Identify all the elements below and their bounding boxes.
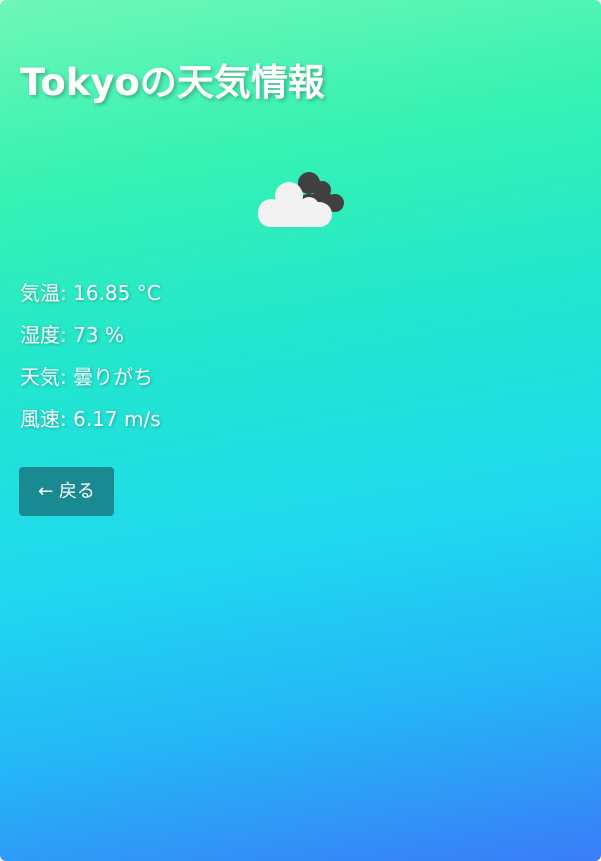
humidity-row: 湿度: 73 % — [20, 323, 124, 347]
weather-page: Tokyoの天気情報 気温: 16.85 °C 湿度: 73 % 天気: 曇りが… — [0, 0, 601, 861]
temperature-row: 気温: 16.85 °C — [20, 281, 161, 305]
page-title: Tokyoの天気情報 — [20, 61, 325, 104]
wind-speed-row: 風速: 6.17 m/s — [20, 407, 161, 431]
weather-description-row: 天気: 曇りがち — [20, 365, 154, 389]
weather-details: 気温: 16.85 °C 湿度: 73 % 天気: 曇りがち 風速: 6.17 … — [20, 272, 161, 440]
back-button[interactable]: ← 戻る — [19, 467, 114, 516]
broken-clouds-icon — [258, 172, 344, 227]
